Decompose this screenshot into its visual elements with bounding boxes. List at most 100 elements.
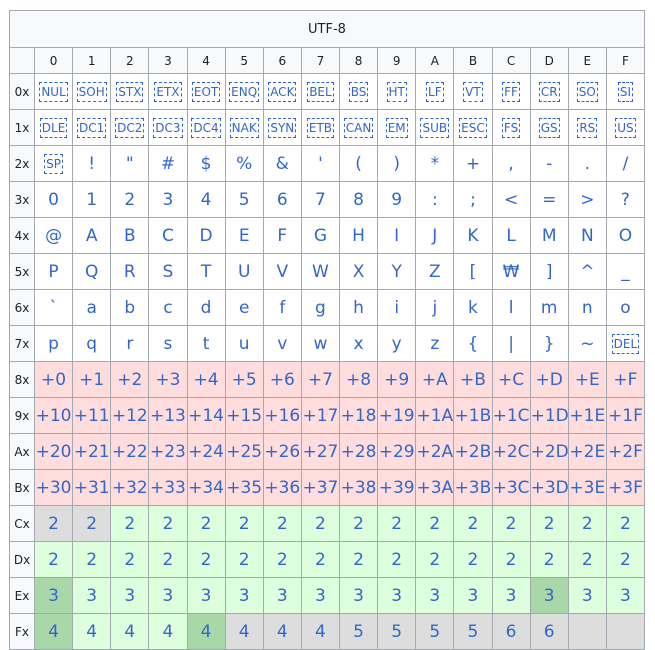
char-cell[interactable]: f: [262, 289, 302, 326]
char-cell[interactable]: x: [338, 325, 379, 362]
continuation-byte-cell[interactable]: +1F: [605, 397, 646, 434]
lead-byte-cell[interactable]: 2: [567, 541, 607, 578]
control-char-cell[interactable]: FS: [491, 109, 531, 146]
control-char-cell[interactable]: DC1: [72, 109, 112, 146]
char-cell[interactable]: w: [300, 325, 341, 362]
char-cell[interactable]: J: [415, 217, 455, 254]
continuation-byte-cell[interactable]: +D: [529, 361, 569, 398]
control-char-cell[interactable]: BEL: [300, 73, 341, 110]
control-char-abbr[interactable]: DC1: [77, 118, 107, 138]
char-cell[interactable]: =: [529, 181, 569, 218]
control-char-abbr[interactable]: EOT: [191, 82, 221, 102]
lead-byte-cell[interactable]: 3: [338, 577, 379, 614]
continuation-byte-cell[interactable]: +8: [338, 361, 379, 398]
control-char-abbr[interactable]: CAN: [343, 118, 374, 138]
char-cell[interactable]: &: [262, 145, 302, 182]
control-char-abbr[interactable]: VT: [463, 82, 483, 102]
continuation-byte-cell[interactable]: +1E: [567, 397, 607, 434]
lead-byte-cell[interactable]: 3: [377, 577, 417, 614]
lead-byte-cell[interactable]: 2: [262, 505, 302, 542]
char-cell[interactable]: g: [300, 289, 341, 326]
control-char-abbr[interactable]: DC2: [115, 118, 145, 138]
control-char-cell[interactable]: DC4: [186, 109, 226, 146]
continuation-byte-cell[interactable]: +3B: [453, 469, 493, 506]
char-cell[interactable]: a: [72, 289, 112, 326]
continuation-byte-cell[interactable]: +B: [453, 361, 493, 398]
continuation-byte-cell[interactable]: +26: [262, 433, 302, 470]
char-cell[interactable]: r: [110, 325, 150, 362]
control-char-abbr[interactable]: NAK: [229, 118, 259, 138]
control-char-abbr[interactable]: SP: [44, 154, 63, 174]
lead-byte-cell[interactable]: 2: [110, 505, 150, 542]
char-cell[interactable]: !: [72, 145, 112, 182]
char-cell[interactable]: O: [605, 217, 646, 254]
control-char-cell[interactable]: SUB: [415, 109, 455, 146]
lead-byte-cell[interactable]: 2: [415, 505, 455, 542]
char-cell[interactable]: S: [148, 253, 188, 290]
char-cell[interactable]: R: [110, 253, 150, 290]
continuation-byte-cell[interactable]: +1C: [491, 397, 531, 434]
char-cell[interactable]: ~: [567, 325, 607, 362]
control-char-abbr[interactable]: US: [615, 118, 636, 138]
continuation-byte-cell[interactable]: +29: [377, 433, 417, 470]
control-char-cell[interactable]: RS: [567, 109, 607, 146]
char-cell[interactable]: v: [262, 325, 302, 362]
lead-byte-cell[interactable]: 2: [415, 541, 455, 578]
char-cell[interactable]: C: [148, 217, 188, 254]
continuation-byte-cell[interactable]: +E: [567, 361, 607, 398]
char-cell[interactable]: @: [33, 217, 74, 254]
continuation-byte-cell[interactable]: +30: [33, 469, 74, 506]
char-cell[interactable]: `: [33, 289, 74, 326]
control-char-abbr[interactable]: CR: [538, 82, 560, 102]
control-char-abbr[interactable]: FF: [502, 82, 520, 102]
char-cell[interactable]: }: [529, 325, 569, 362]
control-char-abbr[interactable]: HT: [386, 82, 407, 102]
lead-byte-cell[interactable]: 2: [33, 541, 74, 578]
control-char-cell[interactable]: US: [605, 109, 646, 146]
char-cell[interactable]: j: [415, 289, 455, 326]
lead-byte-cell[interactable]: 3: [453, 577, 493, 614]
control-char-abbr[interactable]: BEL: [307, 82, 334, 102]
char-cell[interactable]: d: [186, 289, 226, 326]
continuation-byte-cell[interactable]: +2B: [453, 433, 493, 470]
char-cell[interactable]: i: [377, 289, 417, 326]
continuation-byte-cell[interactable]: +34: [186, 469, 226, 506]
control-char-cell[interactable]: STX: [110, 73, 150, 110]
char-cell[interactable]: [: [453, 253, 493, 290]
continuation-byte-cell[interactable]: +16: [262, 397, 302, 434]
continuation-byte-cell[interactable]: +2D: [529, 433, 569, 470]
control-char-cell[interactable]: EM: [377, 109, 417, 146]
char-cell[interactable]: I: [377, 217, 417, 254]
char-cell[interactable]: 7: [300, 181, 341, 218]
char-cell[interactable]: ": [110, 145, 150, 182]
char-cell[interactable]: %: [224, 145, 264, 182]
continuation-byte-cell[interactable]: +3A: [415, 469, 455, 506]
continuation-byte-cell[interactable]: +28: [338, 433, 379, 470]
char-cell[interactable]: y: [377, 325, 417, 362]
lead-byte-cell[interactable]: 2: [72, 541, 112, 578]
char-cell[interactable]: 3: [148, 181, 188, 218]
continuation-byte-cell[interactable]: +15: [224, 397, 264, 434]
char-cell[interactable]: Z: [415, 253, 455, 290]
lead-byte-cell[interactable]: 2: [491, 505, 531, 542]
char-cell[interactable]: <: [491, 181, 531, 218]
control-char-abbr[interactable]: ETX: [154, 82, 182, 102]
control-char-abbr[interactable]: DEL: [611, 334, 640, 354]
continuation-byte-cell[interactable]: +3D: [529, 469, 569, 506]
continuation-byte-cell[interactable]: +38: [338, 469, 379, 506]
char-cell[interactable]: k: [453, 289, 493, 326]
control-char-abbr[interactable]: DC4: [191, 118, 221, 138]
char-cell[interactable]: :: [415, 181, 455, 218]
char-cell[interactable]: T: [186, 253, 226, 290]
lead-byte-cell[interactable]: 2: [186, 541, 226, 578]
continuation-byte-cell[interactable]: +2A: [415, 433, 455, 470]
control-char-cell[interactable]: SI: [605, 73, 646, 110]
control-char-cell[interactable]: NAK: [224, 109, 264, 146]
char-cell[interactable]: m: [529, 289, 569, 326]
char-cell[interactable]: W: [300, 253, 341, 290]
control-char-cell[interactable]: ENQ: [224, 73, 264, 110]
char-cell[interactable]: N: [567, 217, 607, 254]
continuation-byte-cell[interactable]: +11: [72, 397, 112, 434]
continuation-byte-cell[interactable]: +5: [224, 361, 264, 398]
control-char-abbr[interactable]: ETB: [306, 118, 335, 138]
